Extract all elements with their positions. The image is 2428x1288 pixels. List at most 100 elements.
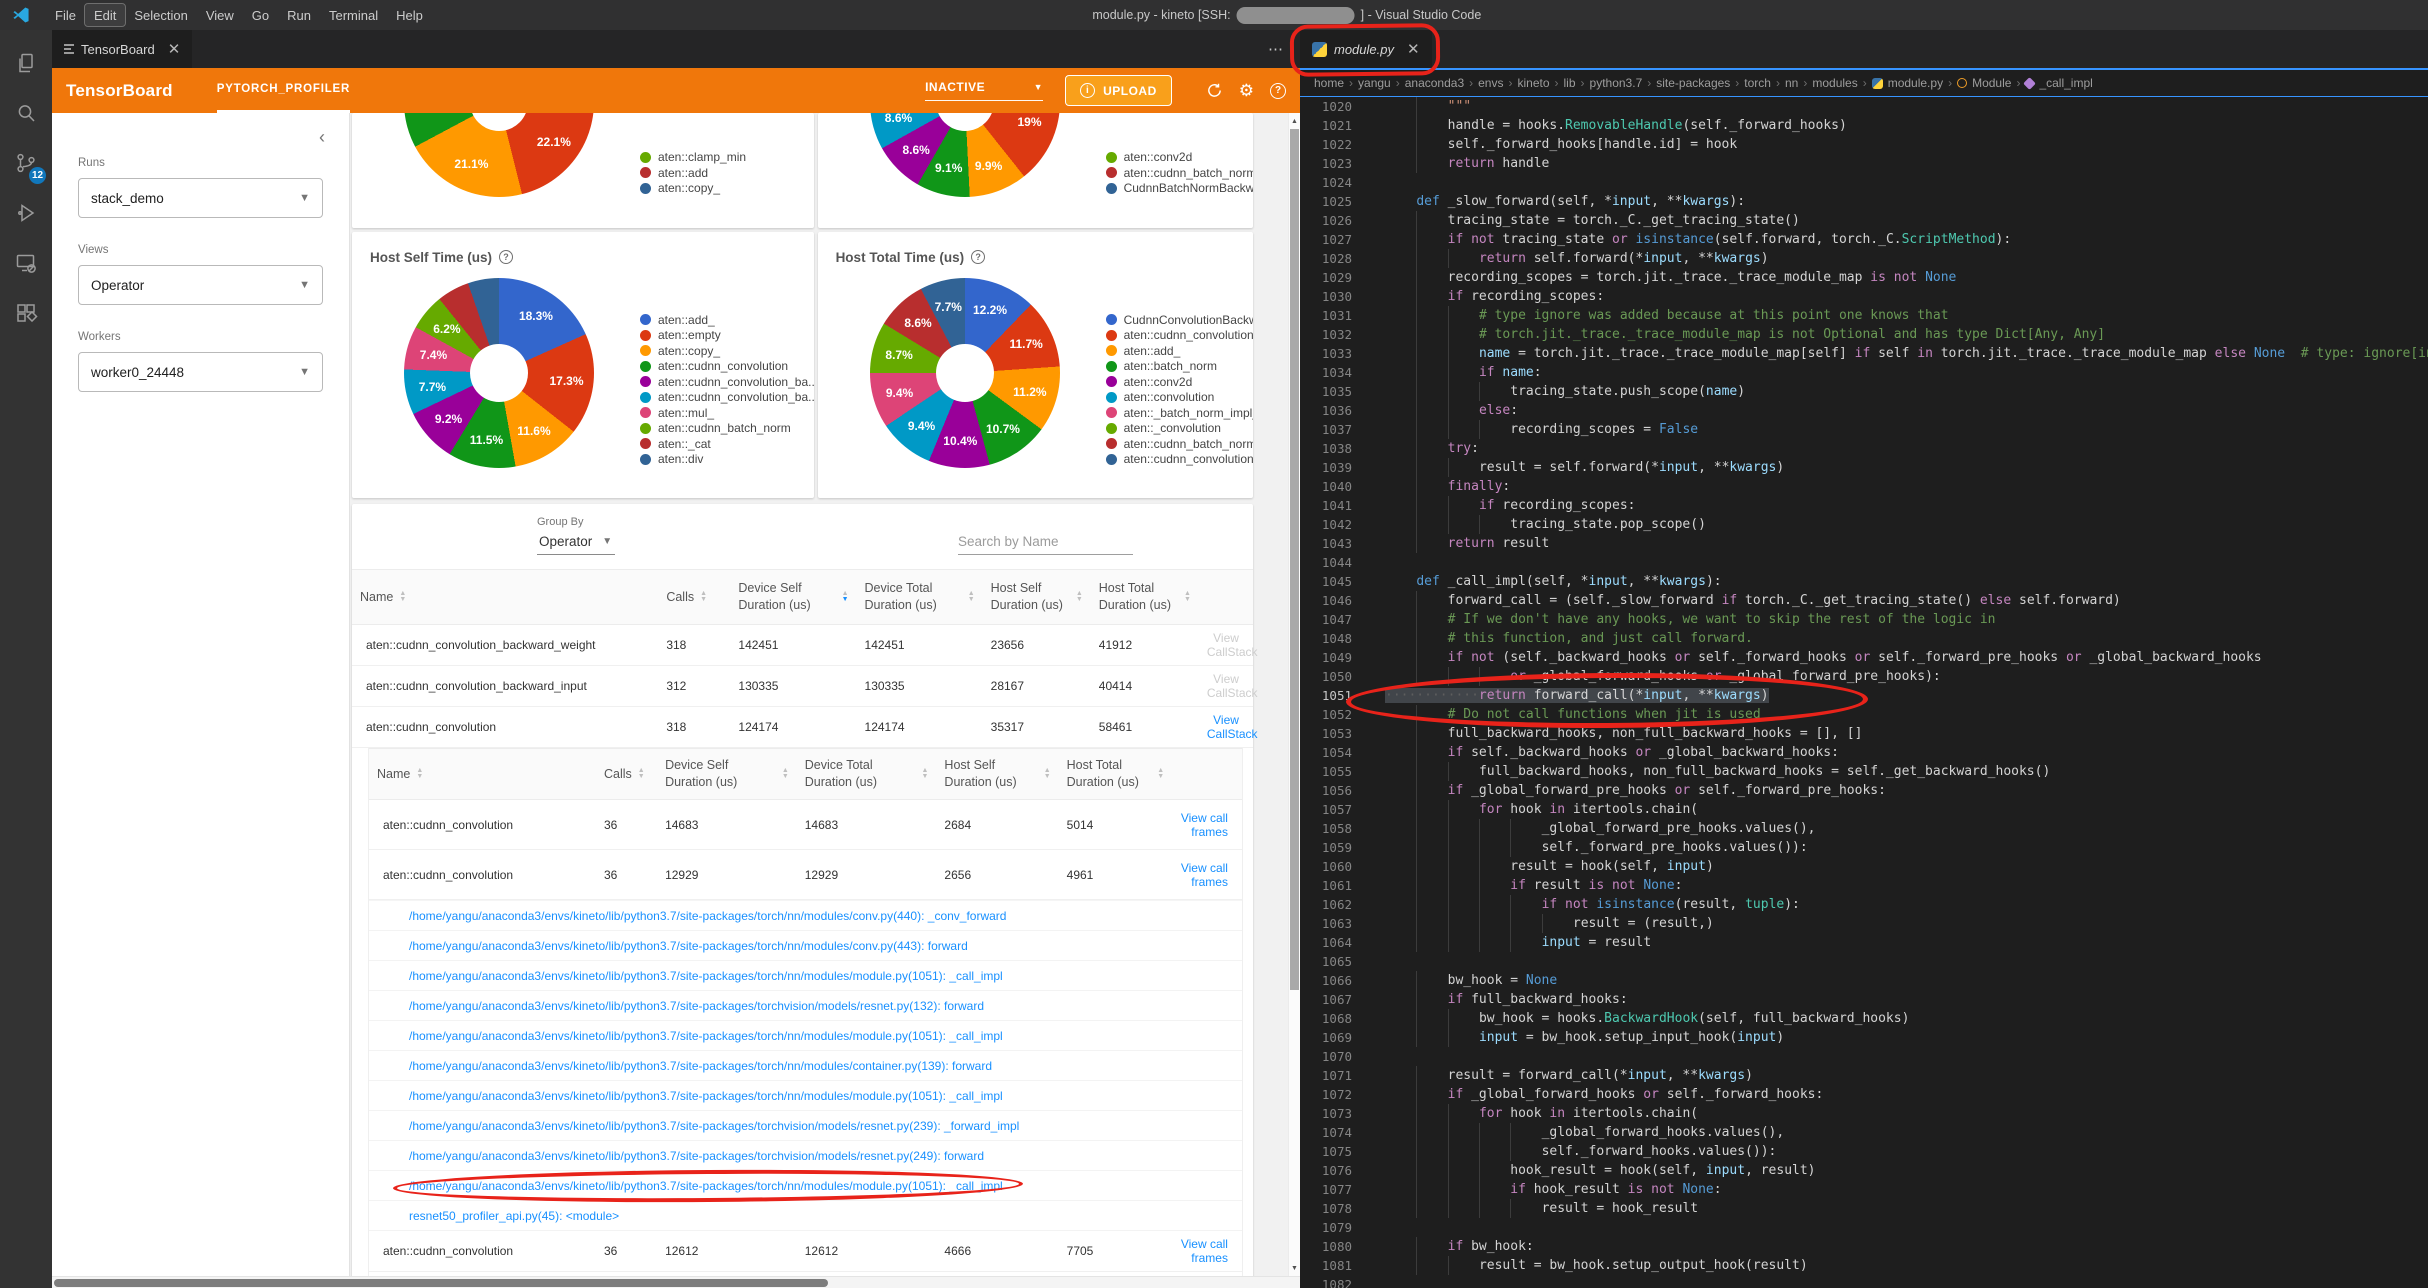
tab-pytorch-profiler[interactable]: PYTORCH_PROFILER: [216, 68, 351, 113]
breadcrumb-item[interactable]: lib ›: [1564, 76, 1590, 90]
more-actions-icon[interactable]: ⋯: [1268, 30, 1284, 68]
code-line[interactable]: 1035 tracing_state.push_scope(name): [1300, 382, 2428, 401]
extensions-icon[interactable]: [2, 288, 50, 338]
sort-icon[interactable]: ▲ ▼: [1044, 767, 1051, 780]
view-callstack-link[interactable]: View CallStack: [1207, 631, 1258, 659]
help-icon[interactable]: ?: [971, 250, 986, 264]
call-frame-link[interactable]: /home/yangu/anaconda3/envs/kineto/lib/py…: [409, 1119, 1019, 1133]
code-line[interactable]: 1023 return handle: [1300, 154, 2428, 173]
code-line[interactable]: 1082: [1300, 1275, 2428, 1288]
menu-item[interactable]: File: [46, 4, 85, 26]
column-header[interactable]: Name ▲ ▼: [352, 583, 658, 612]
code-line[interactable]: 1038 try:: [1300, 439, 2428, 458]
code-line[interactable]: 1068 bw_hook = hooks.BackwardHook(self, …: [1300, 1009, 2428, 1028]
menu-item[interactable]: Selection: [125, 4, 196, 26]
code-line[interactable]: 1054 if self._backward_hooks or _global_…: [1300, 743, 2428, 762]
code-line[interactable]: 1021 handle = hooks.RemovableHandle(self…: [1300, 116, 2428, 135]
code-line[interactable]: 1064 input = result: [1300, 933, 2428, 952]
breadcrumb-item[interactable]: site-packages ›: [1656, 76, 1744, 90]
menu-item[interactable]: Run: [278, 4, 320, 26]
code-line[interactable]: 1061 if result is not None:: [1300, 876, 2428, 895]
call-frame-link[interactable]: /home/yangu/anaconda3/envs/kineto/lib/py…: [409, 1179, 1003, 1193]
code-line[interactable]: 1024: [1300, 173, 2428, 192]
collapse-sidebar-icon[interactable]: ‹: [319, 127, 325, 148]
code-line[interactable]: 1031 # type ignore was added because at …: [1300, 306, 2428, 325]
upload-button[interactable]: i UPLOAD: [1065, 75, 1172, 106]
gear-icon[interactable]: ⚙: [1239, 81, 1254, 101]
code-line[interactable]: 1080 if bw_hook:: [1300, 1237, 2428, 1256]
code-line[interactable]: 1047 # If we don't have any hooks, we wa…: [1300, 610, 2428, 629]
code-line[interactable]: 1050 or _global_forward_hooks or _global…: [1300, 667, 2428, 686]
code-line[interactable]: 1051 ············return forward_call(*inp…: [1300, 686, 2428, 705]
breadcrumb-item[interactable]: kineto ›: [1517, 76, 1563, 90]
code-line[interactable]: 1026 tracing_state = torch._C._get_traci…: [1300, 211, 2428, 230]
code-line[interactable]: 1046 forward_call = (self._slow_forward …: [1300, 591, 2428, 610]
code-line[interactable]: 1060 result = hook(self, input): [1300, 857, 2428, 876]
sort-icon[interactable]: ▲ ▼: [782, 767, 789, 780]
code-line[interactable]: 1072 if _global_forward_hooks or self._f…: [1300, 1085, 2428, 1104]
column-header[interactable]: Device Total Duration (us) ▲ ▼: [857, 574, 983, 620]
code-line[interactable]: 1052 # Do not call functions when jit is…: [1300, 705, 2428, 724]
sort-icon[interactable]: ▲ ▼: [399, 590, 406, 603]
call-frame-link[interactable]: /home/yangu/anaconda3/envs/kineto/lib/py…: [409, 1089, 1003, 1103]
code-line[interactable]: 1045 def _call_impl(self, *input, **kwar…: [1300, 572, 2428, 591]
view-call-frames-link[interactable]: View call frames: [1181, 1237, 1228, 1265]
code-line[interactable]: 1069 input = bw_hook.setup_input_hook(in…: [1300, 1028, 2428, 1047]
breadcrumb-item[interactable]: Module ›: [1957, 76, 2025, 90]
view-callstack-link[interactable]: View CallStack: [1207, 713, 1258, 741]
column-header[interactable]: ▲▼: [1199, 591, 1253, 603]
code-editor[interactable]: 1020 """ 1021 handle = hooks.RemovableHan…: [1300, 97, 2428, 1288]
code-line[interactable]: 1074 _global_forward_hooks.values(),: [1300, 1123, 2428, 1142]
run-debug-icon[interactable]: [2, 188, 50, 238]
call-frame-link[interactable]: /home/yangu/anaconda3/envs/kineto/lib/py…: [409, 999, 984, 1013]
view-call-frames-link[interactable]: View call frames: [1181, 811, 1228, 839]
close-icon[interactable]: ✕: [168, 40, 181, 58]
menu-item[interactable]: Edit: [83, 3, 127, 27]
column-header[interactable]: Host Total Duration (us) ▲ ▼: [1091, 574, 1199, 620]
code-line[interactable]: 1036 else:: [1300, 401, 2428, 420]
call-frame-link[interactable]: /home/yangu/anaconda3/envs/kineto/lib/py…: [409, 1059, 992, 1073]
code-line[interactable]: 1077 if hook_result is not None:: [1300, 1180, 2428, 1199]
code-line[interactable]: 1055 full_backward_hooks, non_full_backw…: [1300, 762, 2428, 781]
code-line[interactable]: 1075 self._forward_hooks.values()):: [1300, 1142, 2428, 1161]
breadcrumb-item[interactable]: anaconda3 ›: [1405, 76, 1478, 90]
remote-explorer-icon[interactable]: [2, 238, 50, 288]
menu-item[interactable]: Terminal: [320, 4, 387, 26]
call-frame-link[interactable]: resnet50_profiler_api.py(45): <module>: [409, 1209, 619, 1223]
menu-item[interactable]: Go: [243, 4, 278, 26]
search-icon[interactable]: [2, 88, 50, 138]
sort-icon[interactable]: ▲ ▼: [842, 590, 849, 603]
call-frame-link[interactable]: /home/yangu/anaconda3/envs/kineto/lib/py…: [409, 969, 1003, 983]
scrollbar-thumb[interactable]: [1290, 129, 1299, 990]
help-icon[interactable]: ?: [1270, 82, 1286, 99]
source-control-icon[interactable]: 12: [2, 138, 50, 188]
code-line[interactable]: 1078 result = hook_result: [1300, 1199, 2428, 1218]
menu-item[interactable]: Help: [387, 4, 432, 26]
scroll-down-icon[interactable]: ▼: [1289, 1262, 1300, 1274]
code-line[interactable]: 1058 _global_forward_pre_hooks.values(),: [1300, 819, 2428, 838]
code-line[interactable]: 1044: [1300, 553, 2428, 572]
workers-select[interactable]: worker0_24448 ▼: [78, 352, 323, 392]
column-header[interactable]: Device Self Duration (us) ▲ ▼: [730, 574, 856, 620]
breadcrumb-item[interactable]: home ›: [1314, 76, 1358, 90]
code-line[interactable]: 1076 hook_result = hook(self, input, res…: [1300, 1161, 2428, 1180]
code-line[interactable]: 1071 result = forward_call(*input, **kwa…: [1300, 1066, 2428, 1085]
tab-tensorboard[interactable]: TensorBoard ✕: [52, 30, 193, 68]
code-line[interactable]: 1027 if not tracing_state or isinstance(…: [1300, 230, 2428, 249]
search-input[interactable]: [958, 529, 1133, 555]
sort-icon[interactable]: ▲ ▼: [1184, 590, 1191, 603]
close-icon[interactable]: ✕: [1407, 40, 1420, 58]
call-frame-link[interactable]: /home/yangu/anaconda3/envs/kineto/lib/py…: [409, 909, 1006, 923]
column-header[interactable]: Calls ▲ ▼: [658, 583, 730, 612]
view-call-frames-link[interactable]: View call frames: [1181, 861, 1228, 889]
sort-icon[interactable]: ▲ ▼: [968, 590, 975, 603]
code-line[interactable]: 1029 recording_scopes = torch.jit._trace…: [1300, 268, 2428, 287]
code-line[interactable]: 1048 # this function, and just call forw…: [1300, 629, 2428, 648]
menu-item[interactable]: View: [197, 4, 243, 26]
code-line[interactable]: 1037 recording_scopes = False: [1300, 420, 2428, 439]
help-icon[interactable]: ?: [499, 250, 514, 264]
code-line[interactable]: 1040 finally:: [1300, 477, 2428, 496]
view-callstack-link[interactable]: View CallStack: [1207, 672, 1258, 700]
code-line[interactable]: 1065: [1300, 952, 2428, 971]
tab-module-py[interactable]: module.py ✕: [1300, 30, 1432, 68]
